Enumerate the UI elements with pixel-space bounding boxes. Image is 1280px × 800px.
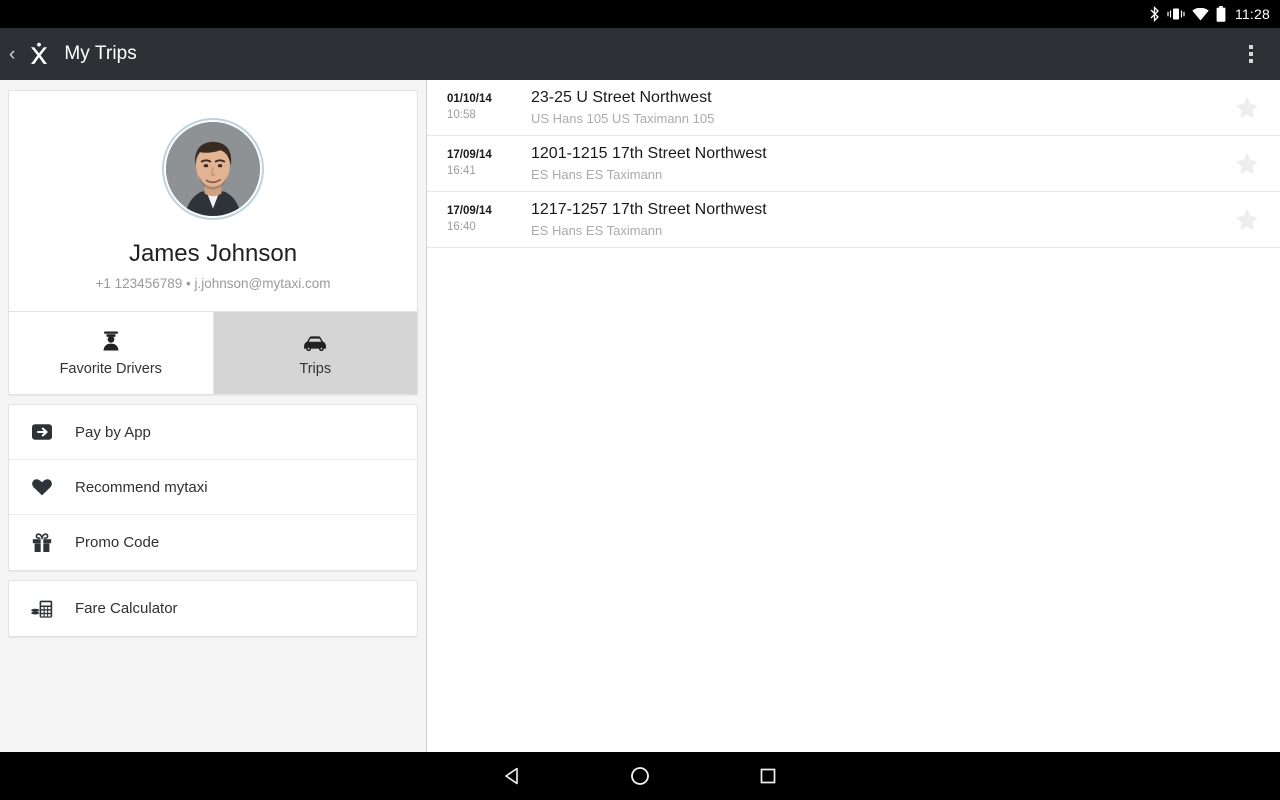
trip-driver: US Hans 105 US Taximann 105 [531,110,715,126]
recents-square-icon[interactable] [704,752,832,800]
pay-by-app-icon [29,421,55,443]
tab-favorite-drivers[interactable]: Favorite Drivers [9,312,214,394]
back-triangle-icon[interactable] [448,752,576,800]
profile-card: James Johnson +1 123456789 • j.johnson@m… [8,90,418,395]
table-row[interactable]: 01/10/14 10:58 23-25 U Street Northwest … [427,80,1280,136]
avatar[interactable] [162,118,264,220]
calculator-icon [29,598,55,620]
status-bar: 11:28 [0,0,1280,28]
android-nav-bar [0,752,1280,800]
avatar-wrapper [9,118,417,220]
gift-icon [29,532,55,554]
trip-main: 1201-1215 17th Street Northwest ES Hans … [509,143,1230,184]
trip-when: 17/09/14 16:41 [447,148,509,179]
trip-date: 17/09/14 [447,148,492,161]
action-bar: ‹ My Trips [0,28,1280,80]
menu-item-promo-code[interactable]: Promo Code [9,515,417,570]
wifi-icon [1192,7,1209,21]
table-row[interactable]: 17/09/14 16:40 1217-1257 17th Street Nor… [427,192,1280,248]
menu-item-label: Recommend mytaxi [75,478,208,496]
trip-date: 01/10/14 [447,92,492,105]
taxi-icon [302,329,328,353]
driver-icon [99,329,123,353]
mytaxi-x-logo [28,42,50,66]
menu-item-label: Promo Code [75,534,160,551]
home-circle-icon[interactable] [576,752,704,800]
avatar-photo [166,122,260,216]
vibrate-icon [1167,7,1185,21]
tab-label: Trips [299,361,332,377]
trips-list: 01/10/14 10:58 23-25 U Street Northwest … [427,80,1280,752]
menu-item-recommend-mytaxi[interactable]: Recommend mytaxi [9,460,417,515]
trip-time: 16:40 [447,220,476,233]
favorite-star-button[interactable] [1230,151,1264,177]
battery-icon [1216,6,1226,22]
menu-item-label: Pay by App [75,423,151,441]
overflow-menu-icon[interactable] [1236,34,1266,74]
trip-driver: ES Hans ES Taximann [531,222,663,238]
trip-time: 16:41 [447,164,476,177]
heart-icon [29,477,55,497]
menu-item-label: Fare Calculator [75,600,178,617]
page-title: My Trips [64,43,137,64]
favorite-star-button[interactable] [1230,95,1264,121]
trip-main: 1217-1257 17th Street Northwest ES Hans … [509,199,1230,240]
trip-address: 23-25 U Street Northwest [531,89,712,107]
table-row[interactable]: 17/09/14 16:41 1201-1215 17th Street Nor… [427,136,1280,192]
menu-item-fare-calculator[interactable]: Fare Calculator [9,581,417,636]
menu-card-secondary: Fare Calculator [8,580,418,637]
trip-address: 1201-1215 17th Street Northwest [531,145,767,163]
trip-driver: ES Hans ES Taximann [531,166,663,182]
trip-main: 23-25 U Street Northwest US Hans 105 US … [509,87,1230,128]
menu-item-pay-by-app[interactable]: Pay by App [9,405,417,460]
trip-when: 01/10/14 10:58 [447,92,509,123]
profile-tabs: Favorite Drivers Trips [9,311,417,394]
profile-name: James Johnson [128,240,298,267]
back-navigation-chevron[interactable]: ‹ [6,41,18,68]
favorite-star-button[interactable] [1230,207,1264,233]
tab-label: Favorite Drivers [59,361,162,377]
trip-address: 1217-1257 17th Street Northwest [531,201,767,219]
bluetooth-icon [1149,6,1160,22]
content-area: James Johnson +1 123456789 • j.johnson@m… [0,80,1280,752]
status-clock: 11:28 [1235,6,1270,22]
tab-trips[interactable]: Trips [213,312,417,394]
profile-contact: +1 123456789 • j.johnson@mytaxi.com [95,276,331,291]
menu-card-primary: Pay by App Recommend mytaxi Promo Code [8,404,418,571]
trip-when: 17/09/14 16:40 [447,204,509,235]
trip-date: 17/09/14 [447,204,492,217]
trip-time: 10:58 [447,108,476,121]
profile-sidebar: James Johnson +1 123456789 • j.johnson@m… [0,80,427,752]
